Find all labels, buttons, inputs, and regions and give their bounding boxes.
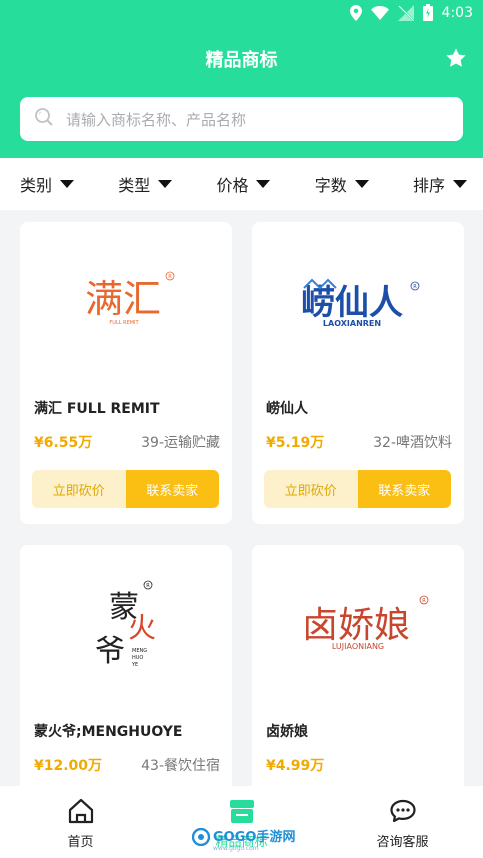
watermark-domain: www.gogo.com (213, 845, 259, 852)
bargain-button[interactable]: 立即砍价 (32, 470, 126, 508)
filter-label: 排序 (412, 176, 445, 195)
trademark-card[interactable]: 崂仙人 LAOXIANREN R 崂仙人 ¥5.19万 32-啤酒饮料 立即砍价… (252, 222, 464, 524)
svg-text:FULL REMIT: FULL REMIT (109, 320, 139, 326)
filter-sort[interactable]: 排序 (413, 172, 467, 196)
trademark-category: 32-啤酒饮料 (373, 435, 452, 451)
watermark-brand: GOGO手游网 (213, 830, 296, 845)
search-icon (34, 107, 54, 131)
card-actions: 立即砍价 联系卖家 (32, 470, 219, 508)
tab-label: 咨询客服 (376, 835, 429, 850)
svg-text:火: 火 (128, 611, 156, 644)
dropdown-triangle-icon (60, 180, 75, 188)
trademark-price: ¥6.55万 (34, 435, 93, 451)
tab-home[interactable]: 首页 (0, 786, 161, 858)
contact-seller-button[interactable]: 联系卖家 (125, 470, 219, 508)
trademark-category: 43-餐饮住宿 (141, 758, 220, 774)
tab-customer-service[interactable]: 咨询客服 (322, 786, 483, 858)
app-header: 4:03 精品商标 请输入商标名称、产品名称 (0, 0, 483, 158)
svg-text:LAOXIANREN: LAOXIANREN (323, 319, 381, 328)
trademark-logo: 卤娇娘 LUJIAONIANG R (252, 545, 464, 705)
filter-label: 价格 (216, 176, 249, 195)
dropdown-triangle-icon (452, 180, 467, 188)
trademark-price: ¥5.19万 (266, 435, 325, 451)
trademark-logo: 崂仙人 LAOXIANREN R (252, 222, 464, 382)
filter-price[interactable]: 价格 (216, 172, 271, 196)
filter-category[interactable]: 类别 (20, 172, 75, 196)
svg-text:卤娇娘: 卤娇娘 (302, 605, 410, 646)
dropdown-triangle-icon (256, 180, 271, 188)
trademark-name: 蒙火爷;MENGHUOYE (34, 724, 183, 740)
wifi-icon (370, 5, 389, 20)
chat-icon (389, 798, 417, 828)
battery-icon (422, 4, 433, 21)
svg-text:R: R (146, 583, 150, 589)
svg-text:LUJIAONIANG: LUJIAONIANG (332, 642, 384, 651)
svg-text:爷: 爷 (95, 634, 125, 669)
filter-bar: 类别 类型 价格 字数 排序 (0, 158, 483, 210)
search-input[interactable]: 请输入商标名称、产品名称 (20, 97, 463, 141)
trademark-card[interactable]: 满汇 FULL REMIT R 满汇 FULL REMIT ¥6.55万 39-… (20, 222, 232, 524)
trademark-price: ¥12.00万 (34, 758, 103, 774)
dropdown-triangle-icon (354, 180, 369, 188)
card-actions: 立即砍价 联系卖家 (264, 470, 451, 508)
svg-text:R: R (413, 284, 417, 290)
filter-label: 类型 (118, 176, 151, 195)
trademark-logo: 蒙 火 爷 MENG HUO YE R (20, 545, 232, 705)
status-bar: 4:03 (0, 0, 483, 28)
trademark-name: 满汇 FULL REMIT (34, 401, 160, 417)
shop-icon (228, 798, 256, 828)
location-icon (349, 4, 362, 21)
page-title: 精品商标 (205, 50, 278, 71)
filter-label: 字数 (314, 176, 347, 195)
filter-label: 类别 (20, 176, 53, 195)
no-signal-icon (397, 4, 414, 21)
search-placeholder: 请输入商标名称、产品名称 (66, 110, 247, 129)
favorite-star-icon[interactable] (445, 47, 467, 73)
status-time: 4:03 (441, 4, 473, 21)
trademark-price: ¥4.99万 (266, 758, 325, 774)
svg-text:YE: YE (131, 662, 138, 668)
filter-char-count[interactable]: 字数 (315, 172, 369, 196)
tab-label: 首页 (67, 835, 94, 850)
trademark-logo: 满汇 FULL REMIT R (20, 222, 232, 382)
gogo-logo-icon (191, 827, 211, 850)
svg-text:R: R (422, 598, 426, 604)
trademark-category: 39-运输贮藏 (141, 435, 220, 451)
contact-seller-button[interactable]: 联系卖家 (357, 470, 451, 508)
bargain-button[interactable]: 立即砍价 (264, 470, 358, 508)
filter-type[interactable]: 类型 (118, 172, 173, 196)
home-icon (67, 798, 95, 828)
dropdown-triangle-icon (158, 180, 173, 188)
svg-text:崂仙人: 崂仙人 (301, 283, 403, 323)
svg-text:HUO: HUO (132, 655, 143, 661)
svg-text:满汇: 满汇 (85, 277, 161, 321)
trademark-name: 崂仙人 (266, 401, 308, 417)
trademark-name: 卤娇娘 (266, 724, 308, 740)
svg-text:MENG: MENG (132, 648, 147, 654)
watermark: GOGO手游网 www.gogo.com (191, 826, 296, 852)
svg-text:R: R (168, 274, 172, 280)
